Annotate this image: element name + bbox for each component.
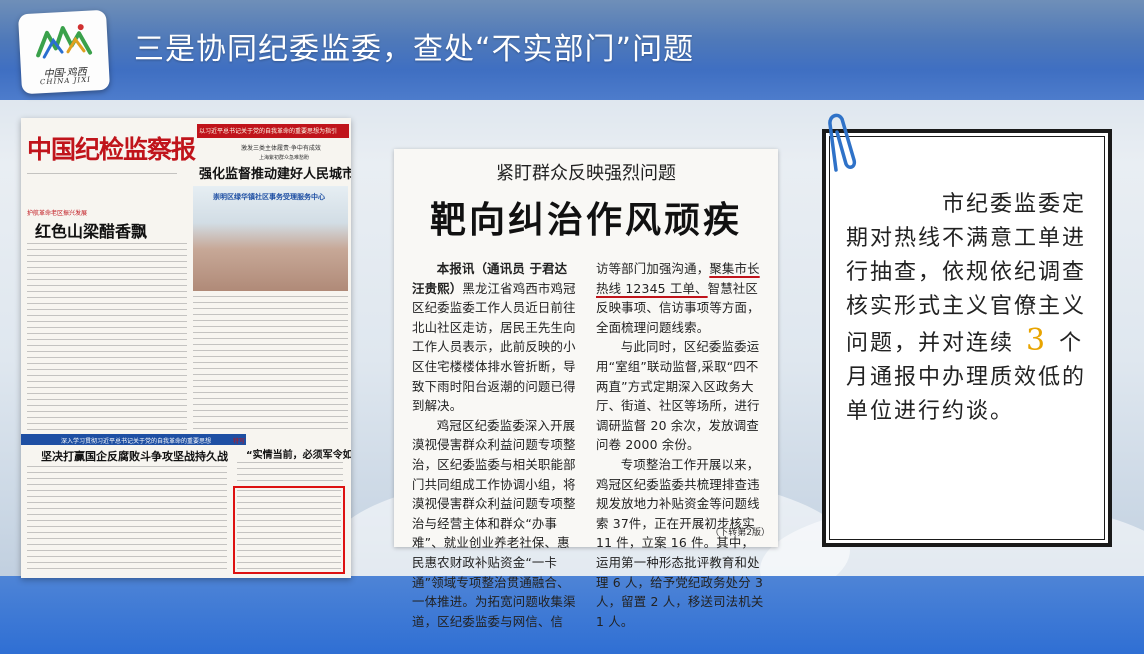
article-body-lines <box>27 243 187 431</box>
masthead-info-line <box>27 173 177 179</box>
article-body-lines <box>27 466 227 574</box>
news-photo: 崇明区绿华镇社区事务受理服务中心 <box>193 186 348 291</box>
highlight-number: 3 <box>1026 323 1048 358</box>
subtitle-2: 上海紫初群众急难愁盼 <box>259 155 310 161</box>
paperclip-icon <box>828 113 857 172</box>
paragraph: 黑龙江省鸡西市鸡冠区纪委监委工作人员近日前往北山社区走访，居民王先生向工作人员表… <box>412 280 576 414</box>
paragraph: 专项整治工作开展以来，鸡冠区纪委监委共梳理排查违规发放地力补贴资金等问题线索 3… <box>596 456 764 629</box>
headline-2: 红色山梁醋香飘 <box>35 222 148 241</box>
clipping-column-1: 本报讯（通讯员 于君达 汪贵熙）黑龙江省鸡西市鸡冠区纪委监委工作人员近日前往北山… <box>412 259 582 631</box>
subtitle-1: 激发三类主体履责·争中有成效 <box>241 145 321 152</box>
headline-1: 强化监督推动建好人民城市 <box>199 167 351 182</box>
article-body-lines <box>193 296 348 431</box>
headline-4: “实情当前，必须军令如山” <box>246 450 351 461</box>
clipping-column-2: 访等部门加强沟通，聚集市长热线 12345 工单、智慧社区反映事项、信访事项等方… <box>596 259 766 631</box>
blue-band-text: 深入学习贯彻习近平总书记关于党的自我革命的重要思想 <box>61 438 212 445</box>
article-body-lines <box>237 462 343 482</box>
paragraph: 鸡冠区纪委监委深入开展漠视侵害群众利益问题专项整治，区纪委监委与相关职能部门共同… <box>412 417 576 629</box>
news-clipping: 紧盯群众反映强烈问题 靶向纠治作风顽疾 本报讯（通讯员 于君达 汪贵熙）黑龙江省… <box>394 149 778 629</box>
note-card-text: 市纪委监委定期对热线不满意工单进行抽查，依规依纪调查核实形式主义官僚主义问题，并… <box>846 188 1090 429</box>
newspaper-masthead: 中国纪检监察报 <box>27 135 196 164</box>
paragraph-start: 访等部门加强沟通， <box>596 261 710 276</box>
paragraph: 与此同时，区纪委监委运用“室组”联动监督,采取“四不两直”方式定期深入区政务大厅… <box>596 339 760 453</box>
continued-note: （下转第2版） <box>710 528 770 538</box>
section-label-2: 特写 <box>233 438 246 445</box>
mountain-logo-icon <box>36 24 93 59</box>
jixi-logo: 中国·鸡西 CHINA JIXI <box>17 9 111 95</box>
clipping-kicker: 紧盯群众反映强烈问题 <box>496 163 676 184</box>
newspaper-page-image: 中国纪检监察报 以习近平总书记关于党的自我革命的重要思想为指引 激发三类主体履责… <box>21 118 351 578</box>
top-banner-text: 以习近平总书记关于党的自我革命的重要思想为指引 <box>199 128 338 135</box>
section-label-1: 护航革命老区振兴发展 <box>27 210 88 217</box>
highlight-red-box <box>233 486 345 574</box>
photo-sign-text: 崇明区绿华镇社区事务受理服务中心 <box>213 193 325 201</box>
clipping-headline: 靶向纠治作风顽疾 <box>429 199 742 241</box>
header-bar: 中国·鸡西 CHINA JIXI 三是协同纪委监委，查处“不实部门”问题 <box>0 0 1144 100</box>
headline-3: 坚决打赢国企反腐败斗争攻坚战持久战 <box>41 450 228 463</box>
slide-title: 三是协同纪委监委，查处“不实部门”问题 <box>134 32 695 67</box>
